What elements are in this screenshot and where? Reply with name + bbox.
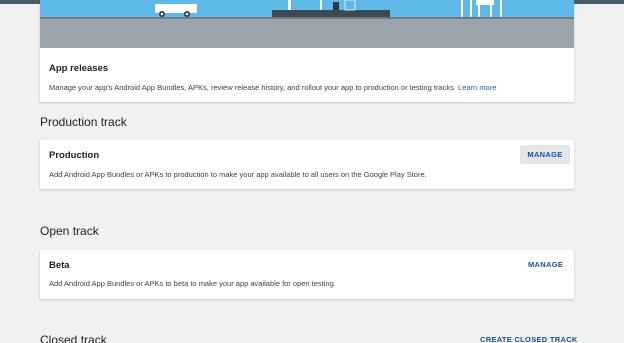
create-closed-track-button[interactable]: CREATE CLOSED TRACK [480, 335, 578, 343]
production-card-title: Production [49, 150, 100, 161]
app-releases-banner-illustration [40, 0, 574, 48]
production-manage-button[interactable]: MANAGE [520, 145, 570, 164]
app-releases-description-text: Manage your app's Android App Bundles, A… [49, 83, 456, 92]
open-track-heading: Open track [40, 224, 99, 238]
beta-card-description: Add Android App Bundles or APKs to beta … [49, 279, 336, 288]
app-releases-description: Manage your app's Android App Bundles, A… [49, 83, 496, 92]
production-card-description: Add Android App Bundles or APKs to produ… [49, 170, 427, 179]
app-releases-card: App releases Manage your app's Android A… [40, 0, 574, 102]
open-track-card: Beta Add Android App Bundles or APKs to … [40, 250, 574, 299]
production-track-card: Production Add Android App Bundles or AP… [40, 140, 574, 189]
production-track-heading: Production track [40, 115, 127, 129]
banner-scene-icon [155, 0, 502, 17]
learn-more-link[interactable]: Learn more [458, 83, 496, 92]
app-releases-title: App releases [49, 63, 109, 74]
closed-track-heading: Closed track [40, 333, 107, 343]
beta-manage-button[interactable]: MANAGE [528, 260, 563, 269]
beta-card-title: Beta [49, 260, 70, 271]
